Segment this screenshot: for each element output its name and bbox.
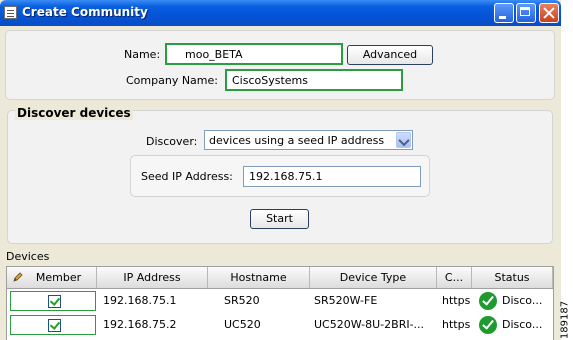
start-button[interactable]: Start — [250, 209, 309, 229]
seed-ip-input[interactable]: 192.168.75.1 — [243, 166, 421, 187]
hostname-cell: SR520 — [224, 294, 260, 307]
c-cell: https — [442, 318, 471, 331]
devices-label: Devices — [6, 250, 50, 263]
status-cell: Disco... — [476, 289, 553, 313]
ip-cell: 192.168.75.2 — [103, 318, 177, 331]
checkbox-checked-icon[interactable] — [48, 319, 61, 332]
member-cell[interactable] — [10, 291, 96, 311]
title-bar[interactable]: Create Community — [0, 0, 561, 26]
pencil-icon — [13, 272, 23, 282]
table-row[interactable]: 192.168.75.1 SR520 SR520W-FE https Disco… — [7, 289, 553, 313]
table-row[interactable]: 192.168.75.2 UC520 UC520W-8U-2BRI-... ht… — [7, 313, 553, 337]
column-header-hostname[interactable]: Hostname — [208, 267, 310, 288]
figure-id-text: 189187 — [559, 300, 571, 340]
ip-cell: 192.168.75.1 — [103, 294, 177, 307]
status-ok-icon — [479, 292, 497, 310]
advanced-button[interactable]: Advanced — [347, 45, 433, 65]
column-header-device-type[interactable]: Device Type — [310, 267, 437, 288]
status-cell: Disco... — [476, 313, 553, 337]
column-header-c[interactable]: C... — [437, 267, 472, 288]
devices-table: Member IP Address Hostname Device Type C… — [6, 266, 554, 340]
maximize-icon[interactable] — [516, 3, 536, 23]
column-header-ip[interactable]: IP Address — [97, 267, 208, 288]
close-icon[interactable] — [539, 3, 559, 23]
name-label: Name: — [124, 48, 161, 61]
name-field[interactable]: moo_BETA — [165, 43, 343, 65]
discover-panel: Discover devices Discover: devices using… — [7, 106, 553, 244]
figure-id: 189187 — [558, 300, 572, 340]
company-name-field[interactable]: CiscoSystems — [225, 69, 403, 91]
window-app-icon — [4, 6, 17, 19]
minimize-icon[interactable] — [494, 3, 514, 23]
device-type-cell: UC520W-8U-2BRI-... — [314, 318, 425, 331]
community-panel: Name: moo_BETA Advanced Company Name: Ci… — [5, 30, 555, 100]
member-cell[interactable] — [10, 315, 96, 335]
status-ok-icon — [479, 316, 497, 334]
device-type-cell: SR520W-FE — [314, 294, 378, 307]
discover-method-select[interactable]: devices using a seed IP address — [204, 130, 413, 150]
seed-ip-label: Seed IP Address: — [141, 170, 233, 183]
member-header-label: Member — [35, 271, 82, 284]
column-header-member[interactable]: Member — [7, 267, 97, 288]
window-title: Create Community — [22, 5, 148, 19]
seed-ip-group: Seed IP Address: 192.168.75.1 — [130, 155, 430, 197]
company-name-label: Company Name: — [126, 74, 218, 87]
table-header: Member IP Address Hostname Device Type C… — [7, 267, 553, 289]
discover-label: Discover: — [146, 135, 198, 148]
hostname-cell: UC520 — [224, 318, 261, 331]
c-cell: https — [442, 294, 471, 307]
status-text: Disco... — [502, 294, 543, 307]
status-text: Disco... — [502, 318, 543, 331]
checkbox-checked-icon[interactable] — [48, 295, 61, 308]
discover-devices-title: Discover devices — [15, 106, 133, 120]
create-community-window: Create Community Name: moo_BETA Advanced… — [0, 0, 561, 340]
column-header-status[interactable]: Status — [472, 267, 553, 288]
chevron-down-icon[interactable] — [396, 132, 411, 148]
discover-method-value: devices using a seed IP address — [209, 134, 385, 147]
